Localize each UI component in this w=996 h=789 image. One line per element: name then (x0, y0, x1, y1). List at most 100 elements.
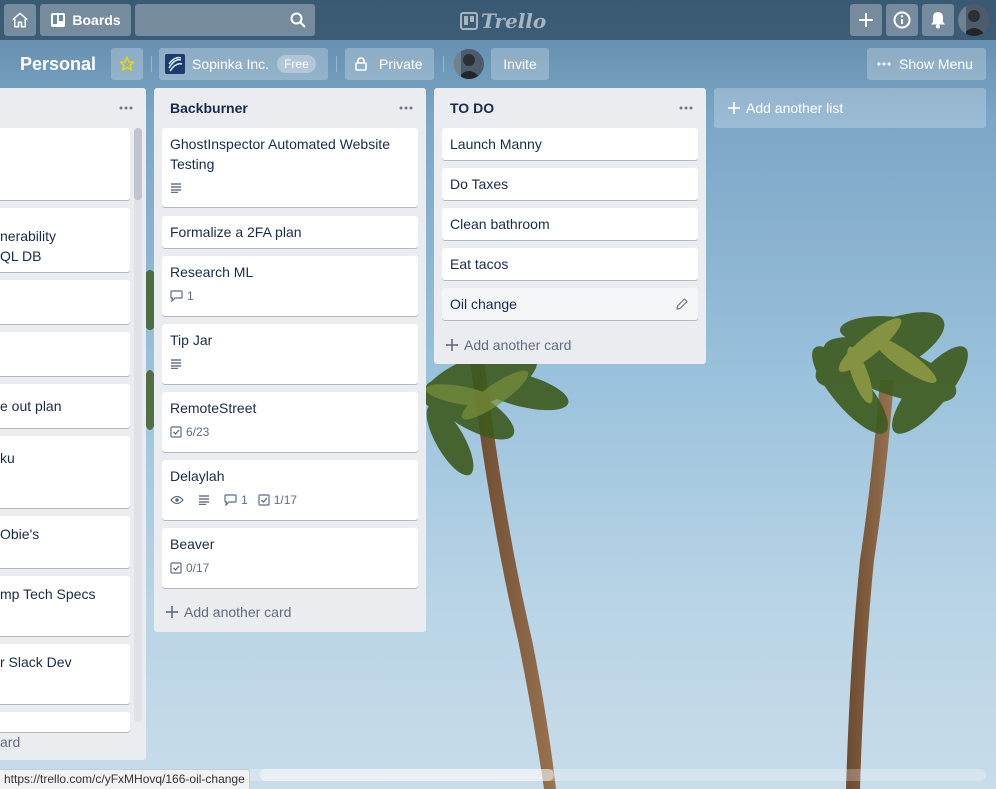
card-title: RemoteStreet (170, 400, 257, 416)
list-menu-button[interactable] (674, 96, 698, 120)
card[interactable]: mp Tech Specs (0, 576, 130, 636)
info-button[interactable] (886, 4, 918, 36)
card[interactable]: Oil change (442, 288, 698, 320)
board-title[interactable]: Personal (20, 54, 96, 75)
visibility-label: Private (379, 56, 423, 72)
info-icon (893, 11, 911, 29)
list-title[interactable]: Backburner (170, 100, 248, 116)
plus-icon (166, 606, 178, 618)
eye-icon (170, 495, 184, 505)
list-title[interactable]: TO DO (450, 100, 494, 116)
card[interactable]: Research ML 1 (162, 256, 418, 316)
card[interactable]: RemoteStreet 6/23 (162, 392, 418, 452)
card[interactable]: Launch Manny (442, 128, 698, 160)
card[interactable]: Clean bathroom (442, 208, 698, 240)
trello-logo[interactable]: Trello (460, 9, 546, 33)
divider (443, 56, 444, 72)
show-menu-button[interactable]: Show Menu (867, 48, 986, 80)
list-backburner: Backburner GhostInspector Automated Webs… (154, 88, 426, 632)
star-button[interactable] (111, 48, 143, 80)
description-badge (198, 495, 214, 505)
checklist-icon (170, 562, 182, 574)
card[interactable] (0, 280, 130, 324)
card-badges: 1 1/17 (170, 490, 410, 510)
card-title: ku (0, 450, 15, 466)
card-title: Delaylah (170, 468, 225, 484)
home-icon (12, 12, 28, 28)
add-list-label: Add another list (746, 100, 844, 116)
card-title: Clean bathroom (450, 216, 550, 232)
card[interactable]: ku (0, 436, 130, 508)
card[interactable]: Do Taxes (442, 168, 698, 200)
checklist-count: 0/17 (186, 561, 210, 575)
visibility-button[interactable]: Private (345, 48, 434, 80)
search-input[interactable] (135, 4, 285, 36)
board-member-avatar[interactable] (454, 49, 484, 79)
list-left: nerability QL DB e out plan ku Obie's mp… (0, 88, 146, 760)
create-button[interactable] (850, 4, 882, 36)
card[interactable]: Beaver 0/17 (162, 528, 418, 588)
card-title: mp Tech Specs (0, 586, 96, 602)
card[interactable]: Tip Jar (162, 324, 418, 384)
card-title: nerability QL DB (0, 228, 57, 264)
card-title: GhostInspector Automated Website Testing (170, 136, 390, 172)
boards-label: Boards (72, 12, 121, 28)
more-icon (679, 106, 693, 110)
member-avatar[interactable] (958, 4, 990, 36)
checklist-badge: 6/23 (170, 422, 209, 442)
card[interactable]: GhostInspector Automated Website Testing (162, 128, 418, 207)
card[interactable]: Obie's (0, 516, 130, 568)
boards-icon (51, 13, 66, 27)
card[interactable]: Delaylah 1 1/17 (162, 460, 418, 520)
more-icon (877, 62, 891, 66)
show-menu-label: Show Menu (899, 56, 973, 72)
add-card-button[interactable]: ard (0, 734, 20, 750)
list-body: nerability QL DB e out plan ku Obie's mp… (0, 88, 146, 760)
add-card-button[interactable]: Add another card (446, 337, 571, 353)
status-url: https://trello.com/c/yFxMHovq/166-oil-ch… (0, 769, 250, 789)
bell-icon (931, 12, 945, 29)
card-title: r Slack Dev (0, 654, 72, 670)
search-icon[interactable] (290, 12, 306, 28)
star-icon (119, 56, 135, 71)
invite-button[interactable]: Invite (491, 48, 549, 80)
plus-icon (728, 102, 740, 114)
plan-badge: Free (277, 55, 316, 73)
card-title: Research ML (170, 264, 254, 280)
card[interactable]: Formalize a 2FA plan (162, 216, 418, 248)
checklist-icon (170, 426, 182, 438)
home-button[interactable] (4, 4, 36, 36)
card-title: Do Taxes (450, 176, 509, 192)
checklist-badge: 1/17 (258, 490, 297, 510)
scrollbar-thumb[interactable] (260, 769, 554, 781)
card[interactable]: nerability QL DB (0, 208, 130, 272)
add-list-button[interactable]: Add another list (714, 88, 986, 128)
list-scrollbar[interactable] (134, 128, 142, 722)
card-title: Launch Manny (450, 136, 542, 152)
description-badge (170, 183, 186, 193)
card[interactable] (0, 332, 130, 376)
add-card-label: ard (0, 734, 21, 750)
add-card-button[interactable]: Add another card (166, 604, 291, 620)
comments-count: 1 (187, 289, 194, 303)
avatar-image (454, 49, 484, 79)
notifications-button[interactable] (922, 4, 954, 36)
scrollbar-thumb[interactable] (134, 128, 142, 200)
checklist-badge: 0/17 (170, 558, 209, 578)
boards-button[interactable]: Boards (40, 4, 131, 36)
card[interactable]: e out plan (0, 384, 130, 428)
edit-pencil-icon[interactable] (676, 298, 688, 310)
plus-icon (446, 339, 458, 351)
card[interactable] (0, 712, 130, 732)
team-name: Sopinka Inc. (192, 56, 270, 72)
list-menu-button[interactable] (394, 96, 418, 120)
description-badge (170, 359, 186, 369)
team-button[interactable]: Sopinka Inc. Free (159, 48, 328, 80)
card-badges: 6/23 (170, 422, 410, 442)
card[interactable]: Eat tacos (442, 248, 698, 280)
avatar-image (958, 4, 990, 36)
card[interactable] (0, 128, 130, 200)
card[interactable]: r Slack Dev (0, 644, 130, 704)
list-menu-button[interactable] (114, 96, 138, 120)
card-title: Formalize a 2FA plan (170, 224, 302, 240)
